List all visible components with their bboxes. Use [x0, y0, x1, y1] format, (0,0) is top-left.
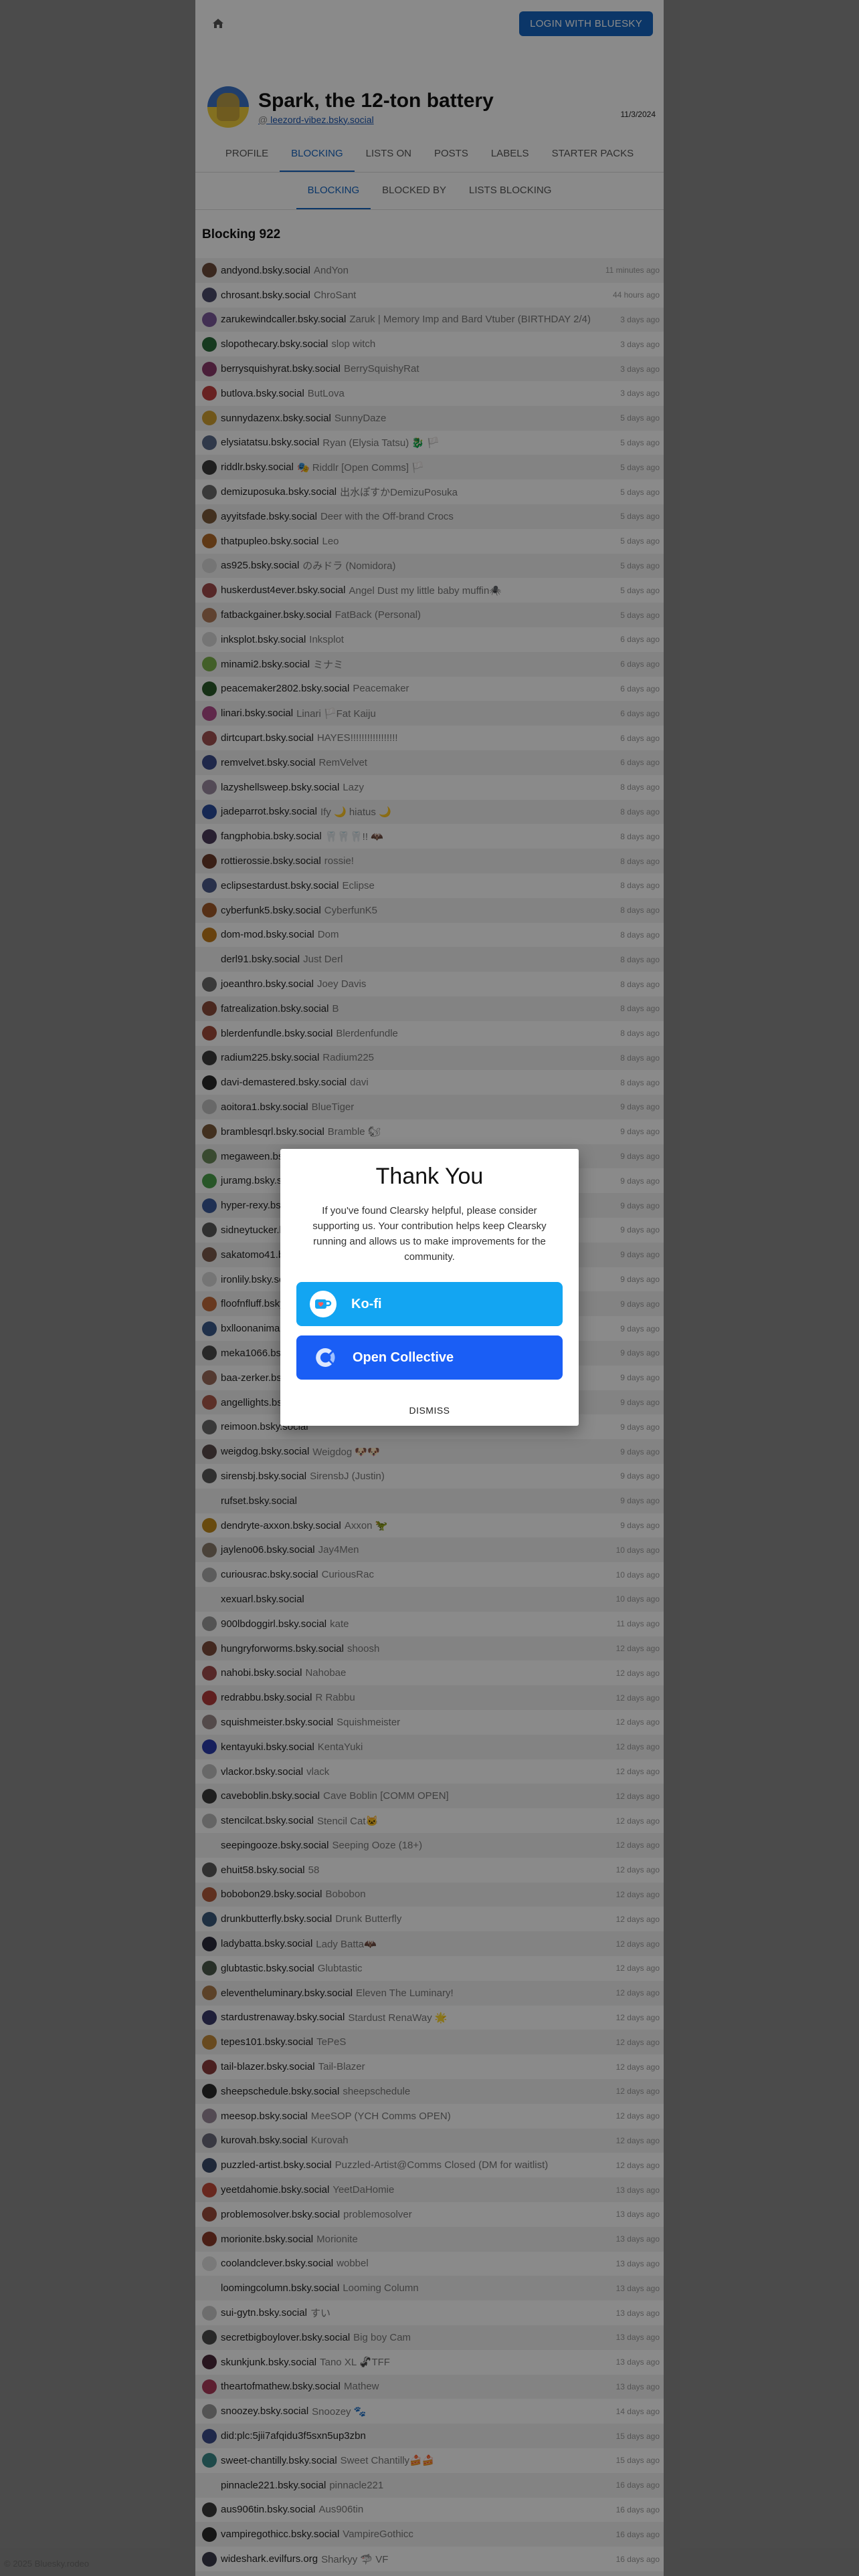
kofi-label: Ko-fi	[351, 1296, 382, 1311]
modal-body: If you've found Clearsky helpful, please…	[312, 1205, 547, 1263]
kofi-button[interactable]: Ko-fi	[296, 1282, 563, 1326]
donation-modal: Thank You If you've found Clearsky helpf…	[280, 1149, 579, 1426]
kofi-cup-icon	[310, 1291, 337, 1317]
open-collective-button[interactable]: Open Collective	[296, 1335, 563, 1380]
open-collective-icon	[310, 1341, 342, 1374]
open-collective-label: Open Collective	[353, 1350, 454, 1365]
modal-title: Thank You	[375, 1164, 484, 1189]
dismiss-button[interactable]: DISMISS	[296, 1405, 563, 1416]
